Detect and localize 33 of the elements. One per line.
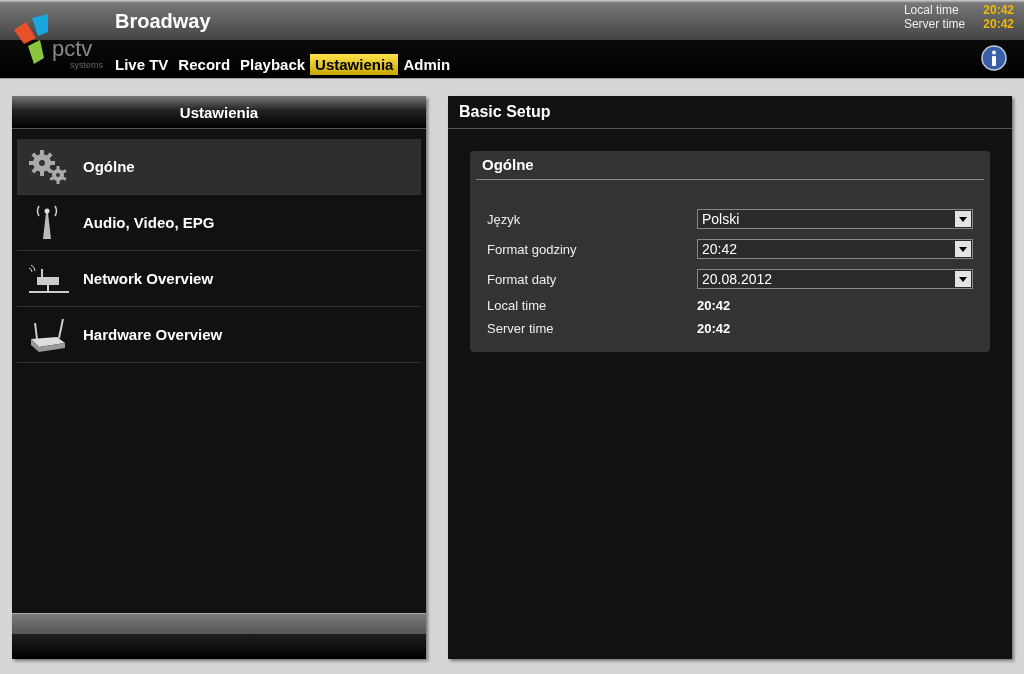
app-title: Broadway <box>115 10 211 33</box>
dropdown[interactable]: 20.08.2012 <box>697 269 973 289</box>
item-label: Audio, Video, EPG <box>83 214 215 231</box>
section-title: Ogólne <box>476 151 984 180</box>
nav-tab[interactable]: Record <box>173 54 236 75</box>
clock-value: 20:42 <box>983 3 1014 17</box>
dropdown[interactable]: Polski <box>697 209 973 229</box>
panel-title: Ustawienia <box>12 96 426 129</box>
nav-tab[interactable]: Admin <box>398 54 456 75</box>
sidebar-item[interactable]: Audio, Video, EPG <box>17 195 421 251</box>
nav-tab[interactable]: Ustawienia <box>310 54 399 75</box>
field-label: Server time <box>487 321 555 336</box>
item-label: Network Overview <box>83 270 214 287</box>
clock-label: Server time <box>903 17 966 31</box>
field-label: Format daty <box>487 271 558 287</box>
dropdown[interactable]: 20:42 <box>697 239 973 259</box>
item-label: Ogólne <box>83 158 135 175</box>
nav-tab[interactable]: Playback <box>235 54 311 75</box>
clock-label: Local time <box>903 3 960 17</box>
sidebar-item[interactable]: Ogólne <box>17 139 421 195</box>
info-icon[interactable] <box>981 45 1007 71</box>
field-value: 20:42 <box>697 321 732 336</box>
field-label: Local time <box>487 298 548 313</box>
pctv-logo: pctv systems <box>10 12 105 72</box>
field-value: 20:42 <box>697 298 732 313</box>
sidebar-item[interactable]: Network Overview <box>17 251 421 307</box>
sidebar-item[interactable]: Hardware Overview <box>17 307 421 363</box>
panel-title: Basic Setup <box>448 96 1012 129</box>
field-label: Język <box>487 211 522 227</box>
clock-value: 20:42 <box>983 17 1014 31</box>
field-label: Format godziny <box>487 241 578 257</box>
nav-tab[interactable]: Live TV <box>110 54 174 75</box>
item-label: Hardware Overview <box>83 326 223 343</box>
